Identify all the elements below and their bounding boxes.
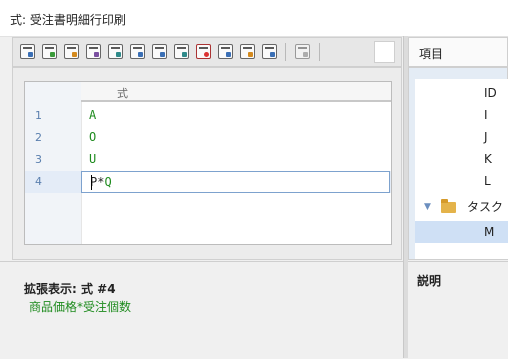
new-formula-icon[interactable]: [20, 44, 35, 59]
rename-icon[interactable]: [64, 44, 79, 59]
people-icon[interactable]: [240, 44, 255, 59]
expanded-display-title: 拡張表示: 式 #4: [24, 282, 116, 296]
formula-row[interactable]: 3 U: [25, 149, 391, 171]
folder-icon: [441, 199, 456, 213]
expanded-display-text: 商品価格*受注個数: [29, 300, 132, 314]
formula-cell[interactable]: O: [89, 130, 96, 144]
delete-icon[interactable]: [196, 44, 211, 59]
export-icon[interactable]: [295, 44, 310, 59]
row-number: 3: [35, 153, 42, 166]
tree-item[interactable]: I: [484, 108, 488, 130]
tree-item-label: J: [484, 130, 488, 144]
tree-item-label: K: [484, 152, 492, 166]
tree-item[interactable]: ID: [484, 86, 497, 108]
toolbar-separator: [285, 43, 286, 61]
formula-text[interactable]: P*Q: [90, 175, 112, 189]
tree-item-label: M: [484, 225, 495, 239]
tree-item-label: ID: [484, 86, 497, 100]
document-icon[interactable]: [218, 44, 233, 59]
column-header: 式: [81, 82, 391, 102]
tree-item[interactable]: K: [484, 152, 492, 174]
window-icon[interactable]: [262, 44, 277, 59]
formula-cell[interactable]: A: [89, 108, 96, 122]
formula-token: Q: [104, 175, 112, 189]
insert-field-icon[interactable]: [108, 44, 123, 59]
row-number: 2: [35, 131, 42, 144]
formula-row[interactable]: 2 O: [25, 127, 391, 149]
grid-icon[interactable]: [152, 44, 167, 59]
formula-edit-box[interactable]: P*Q: [81, 171, 390, 193]
description-title: 説明: [417, 274, 442, 288]
copy-formula-icon[interactable]: [86, 44, 101, 59]
tree-folder-item[interactable]: タスク: [467, 198, 503, 220]
expand-arrow-icon[interactable]: ▼: [424, 202, 431, 212]
formula-row[interactable]: 1 A: [25, 105, 391, 127]
tree-item-label: L: [484, 174, 491, 188]
tree-item[interactable]: L: [484, 174, 491, 196]
title-bar: 式: 受注書明細行印刷: [0, 0, 508, 37]
tree-folder-label: タスク: [467, 200, 504, 214]
column-header-label: 式: [117, 87, 128, 100]
items-dropdown[interactable]: 項目: [408, 37, 508, 67]
user-icon[interactable]: [174, 44, 189, 59]
text-cursor: [91, 175, 92, 190]
row-number: 4: [35, 175, 42, 188]
formula-cell[interactable]: U: [89, 152, 96, 166]
insert-table-icon[interactable]: [130, 44, 145, 59]
formula-grid[interactable]: 式 1 A 2 O 3 U 4 P*Q: [24, 81, 392, 245]
toolbar-separator: [319, 43, 320, 61]
toolbar: [12, 37, 402, 67]
edit-formula-icon[interactable]: [42, 44, 57, 59]
tree-item[interactable]: M: [484, 225, 494, 247]
formula-row-active[interactable]: 4 P*Q: [25, 171, 391, 193]
toolbar-color-swatch[interactable]: [374, 41, 395, 63]
window-title: 式: 受注書明細行印刷: [10, 13, 126, 27]
row-number: 1: [35, 109, 42, 122]
tree-item-label: I: [484, 108, 488, 122]
items-dropdown-label: 項目: [419, 47, 444, 61]
tree-item[interactable]: J: [484, 130, 488, 152]
